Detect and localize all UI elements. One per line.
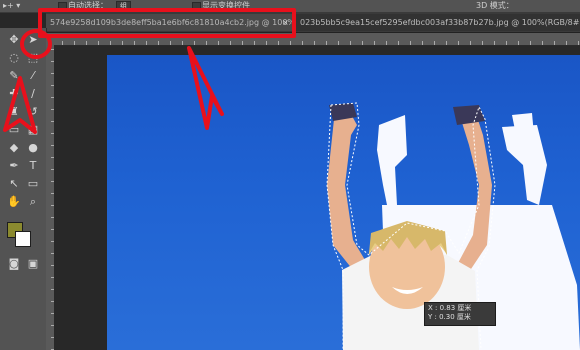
tool-highlight-circle xyxy=(20,29,52,59)
arrow-to-tab xyxy=(187,46,224,130)
arrow-to-tool xyxy=(3,76,37,134)
red-annotation-overlay xyxy=(3,8,296,134)
tab-highlight-box xyxy=(38,8,296,38)
